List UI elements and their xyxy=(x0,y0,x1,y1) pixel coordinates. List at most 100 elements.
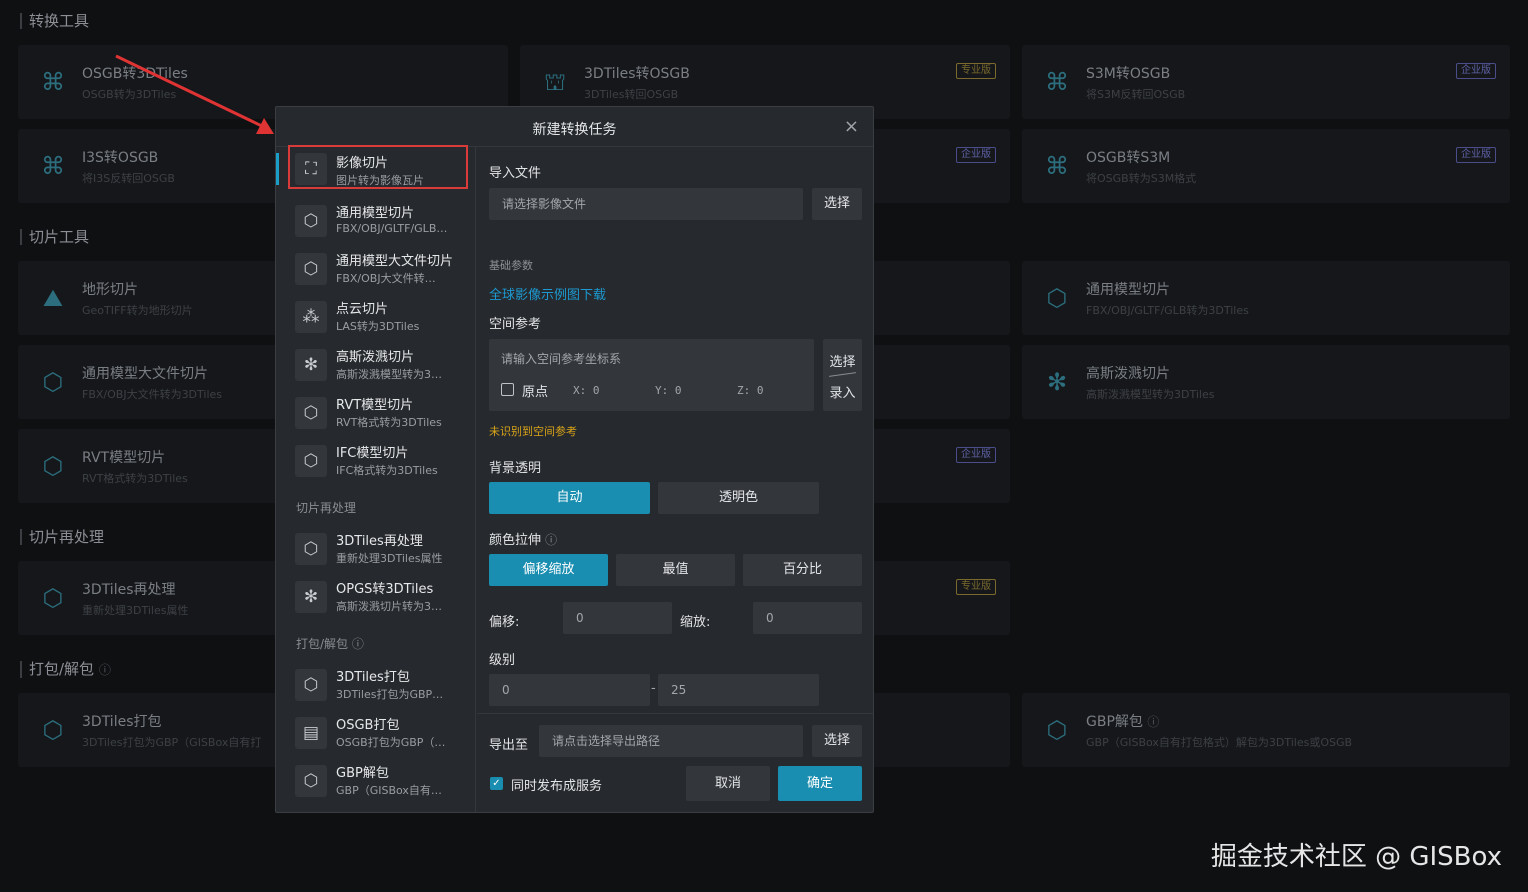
card-subtitle: 将OSGB转为S3M格式 xyxy=(1086,172,1197,185)
menu-item-ifc[interactable]: ⬡ IFC模型切片 IFC格式转为3DTiles xyxy=(288,437,468,481)
extreme-button[interactable]: 最值 xyxy=(616,554,735,586)
menu-item-point-cloud[interactable]: ⁂ 点云切片 LAS转为3DTiles xyxy=(288,293,468,337)
card-subtitle: 3DTiles转回OSGB xyxy=(584,88,679,101)
bg-transparent-label: 背景透明 xyxy=(489,461,542,476)
new-task-dialog: 新建转换任务 × ⛶ 影像切片 图片转为影像瓦片 ⬡ 通用模型切片 FBX/OB… xyxy=(275,106,874,813)
export-select-button[interactable]: 选择 xyxy=(812,725,862,757)
level-max-input[interactable]: 25 xyxy=(658,674,819,706)
export-path-input[interactable]: 请点击选择导出路径 xyxy=(539,725,803,757)
pro-badge: 专业版 xyxy=(956,63,996,79)
download-sample-link[interactable]: 全球影像示例图下载 xyxy=(489,284,606,303)
card-subtitle: GeoTIFF转为地形切片 xyxy=(82,304,193,317)
card-subtitle: RVT格式转为3DTiles xyxy=(82,472,188,485)
watermark: 掘金技术社区 @ GISBox xyxy=(1210,842,1502,872)
menu-item-subtitle: LAS转为3DTiles xyxy=(336,320,420,333)
transparent-color-button[interactable]: 透明色 xyxy=(658,482,819,514)
menu-item-title: RVT模型切片 xyxy=(336,398,414,413)
card-s3m-to-osgb[interactable]: ⌘ S3M转OSGB 将S3M反转回OSGB 企业版 xyxy=(1022,45,1510,119)
card-title: 通用模型大文件切片 xyxy=(82,366,208,382)
unpack-icon: ⬡ xyxy=(295,765,327,797)
reprocess-icon: ⬡ xyxy=(295,533,327,565)
menu-item-opgs[interactable]: ✻ OPGS转3DTiles 高斯泼溅切片转为3… xyxy=(288,573,468,617)
drone-icon: ⌘ xyxy=(41,152,65,180)
origin-z: Z: 0 xyxy=(737,384,764,397)
task-form: 导入文件 请选择影像文件 选择 基础参数 全球影像示例图下载 空间参考 请输入空… xyxy=(477,147,873,812)
menu-item-large-model[interactable]: ⬡ 通用模型大文件切片 FBX/OBJ大文件转… xyxy=(288,245,468,289)
cube-icon: ⬡ xyxy=(295,205,327,237)
section-slice-title: 切片工具 xyxy=(20,229,89,245)
card-title: 地形切片 xyxy=(82,282,138,298)
confirm-button[interactable]: 确定 xyxy=(778,766,862,801)
menu-item-subtitle: RVT格式转为3DTiles xyxy=(336,416,442,429)
section-reprocess-title: 切片再处理 xyxy=(20,529,104,545)
offset-input[interactable]: 0 xyxy=(563,602,672,634)
menu-item-subtitle: FBX/OBJ大文件转… xyxy=(336,272,436,285)
offset-scale-button[interactable]: 偏移缩放 xyxy=(489,554,608,586)
menu-item-gaussian[interactable]: ✻ 高斯泼溅切片 高斯泼溅模型转为3… xyxy=(288,341,468,385)
package-icon: ⬡ xyxy=(42,716,64,744)
reprocess-icon: ⬡ xyxy=(42,584,64,612)
menu-item-3dtiles-pack[interactable]: ⬡ 3DTiles打包 3DTiles打包为GBP… xyxy=(288,661,468,705)
menu-item-3dtiles-reprocess[interactable]: ⬡ 3DTiles再处理 重新处理3DTiles属性 xyxy=(288,525,468,569)
menu-item-title: 3DTiles再处理 xyxy=(336,534,423,549)
menu-item-subtitle: 重新处理3DTiles属性 xyxy=(336,552,443,565)
scale-input[interactable]: 0 xyxy=(753,602,862,634)
card-gbp-unpack[interactable]: ⬡ GBP解包 ⓘ GBP（GISBox自有打包格式）解包为3DTiles或OS… xyxy=(1022,693,1510,767)
scale-label: 缩放: xyxy=(680,615,711,630)
menu-item-gbp-unpack[interactable]: ⬡ GBP解包 GBP（GISBox自有… xyxy=(288,757,468,801)
close-icon[interactable]: × xyxy=(844,116,859,137)
auto-button[interactable]: 自动 xyxy=(489,482,650,514)
card-subtitle: 将S3M反转回OSGB xyxy=(1086,88,1186,101)
divider xyxy=(829,372,856,377)
gaussian-icon: ✻ xyxy=(295,581,327,613)
convert-icon: ⛫ xyxy=(543,68,567,96)
cube-icon: ⬡ xyxy=(295,445,327,477)
menu-item-general-model[interactable]: ⬡ 通用模型切片 FBX/OBJ/GLTF/GLB… xyxy=(288,197,468,241)
import-file-input[interactable]: 请选择影像文件 xyxy=(489,188,803,220)
menu-item-rvt[interactable]: ⬡ RVT模型切片 RVT格式转为3DTiles xyxy=(288,389,468,433)
card-osgb-to-s3m[interactable]: ⌘ OSGB转S3M 将OSGB转为S3M格式 企业版 xyxy=(1022,129,1510,203)
card-gaussian-slice[interactable]: ✻ 高斯泼溅切片 高斯泼溅模型转为3DTiles xyxy=(1022,345,1510,419)
spatial-ref-warning: 未识别到空间参考 xyxy=(489,425,577,438)
card-subtitle: 高斯泼溅模型转为3DTiles xyxy=(1086,388,1215,401)
enterprise-badge: 企业版 xyxy=(956,147,996,163)
package-icon: ▤ xyxy=(295,717,327,749)
image-slice-icon: ⛶ xyxy=(295,153,327,185)
percent-button[interactable]: 百分比 xyxy=(743,554,862,586)
basic-params-label: 基础参数 xyxy=(489,259,533,272)
card-subtitle: GBP（GISBox自有打包格式）解包为3DTiles或OSGB xyxy=(1086,736,1353,749)
menu-item-subtitle: IFC格式转为3DTiles xyxy=(336,464,438,477)
section-convert-title: 转换工具 xyxy=(20,13,89,29)
card-general-model-slice[interactable]: ⬡ 通用模型切片 FBX/OBJ/GLTF/GLB转为3DTiles xyxy=(1022,261,1510,335)
cancel-button[interactable]: 取消 xyxy=(686,766,770,801)
level-min-input[interactable]: 0 xyxy=(489,674,650,706)
footer-divider xyxy=(477,713,873,714)
menu-item-osgb-pack[interactable]: ▤ OSGB打包 OSGB打包为GBP（… xyxy=(288,709,468,753)
spatial-ref-label: 空间参考 xyxy=(489,317,542,332)
card-subtitle: 将I3S反转回OSGB xyxy=(82,172,175,185)
card-title: OSGB转S3M xyxy=(1086,150,1171,166)
card-title: 3DTiles再处理 xyxy=(82,582,176,598)
spatial-ref-input[interactable]: 请输入空间参考坐标系 原点 X: 0 Y: 0 Z: 0 xyxy=(489,339,814,411)
menu-item-subtitle: GBP（GISBox自有… xyxy=(336,784,442,797)
menu-item-title: 高斯泼溅切片 xyxy=(336,350,415,365)
level-separator: - xyxy=(651,681,656,696)
origin-checkbox[interactable] xyxy=(501,383,514,396)
color-stretch-label: 颜色拉伸 ⓘ xyxy=(489,533,558,548)
export-label: 导出至 xyxy=(489,738,529,753)
menu-item-title: OSGB打包 xyxy=(336,718,400,733)
menu-item-title: OPGS转3DTiles xyxy=(336,582,434,597)
group-label-pack: 打包/解包 ⓘ xyxy=(296,637,364,651)
menu-item-subtitle: 高斯泼溅模型转为3… xyxy=(336,368,442,381)
menu-item-image-slice[interactable]: ⛶ 影像切片 图片转为影像瓦片 xyxy=(288,145,468,189)
menu-item-title: 通用模型切片 xyxy=(336,206,415,221)
menu-item-subtitle: 高斯泼溅切片转为3… xyxy=(336,600,442,613)
pro-badge: 专业版 xyxy=(956,579,996,595)
import-select-button[interactable]: 选择 xyxy=(812,188,862,220)
task-type-menu: ⛶ 影像切片 图片转为影像瓦片 ⬡ 通用模型切片 FBX/OBJ/GLTF/GL… xyxy=(276,145,476,812)
menu-item-title: GBP解包 xyxy=(336,766,389,781)
card-title: RVT模型切片 xyxy=(82,450,166,466)
gaussian-icon: ✻ xyxy=(1046,368,1068,396)
publish-checkbox[interactable]: ✓ xyxy=(490,777,503,790)
spatial-ref-select-button[interactable]: 选择 录入 xyxy=(823,339,862,411)
